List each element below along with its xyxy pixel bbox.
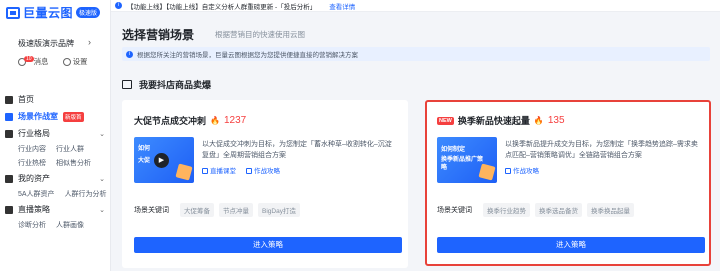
card-description: 以大促成交冲刺为目标，为您制定「蓄水种草–收割转化–沉淀复盘」全周期营销组合方案 [202, 141, 392, 159]
scene-card-promo[interactable]: 大促节点成交冲刺 🔥 1237 如何 大促 ▶ 以大促成交冲刺为目标，为您制定「… [122, 100, 408, 268]
gear-icon [62, 58, 71, 67]
user-icon [5, 174, 13, 183]
chevron-down-icon: ⌄ [99, 175, 105, 183]
brand-logo-icon [6, 6, 20, 19]
keyword-row: 场景关键词 大促筹备 节点冲量 BigDay打造 [134, 203, 300, 217]
sidebar-item-home[interactable]: 首页 [0, 91, 111, 108]
section-heading: 我要抖店商品卖爆 [122, 78, 211, 91]
sidebar-item-label: 我的资产 [18, 174, 50, 183]
illustration-icon [478, 163, 496, 181]
home-icon [5, 95, 13, 104]
keyword-tag: 节点冲量 [219, 203, 253, 217]
chevron-down-icon: ⌄ [99, 130, 105, 138]
messages-button[interactable]: 10 消息 [18, 56, 49, 67]
sidebar-nav: 首页 场景作战室 新版首 行业格局 ⌄ 行业内容 行业人群 行业热榜 相似售分析 我的资… [0, 91, 111, 232]
brand-name: 巨量云图 [23, 6, 74, 20]
sidebar-item-label: 行业格局 [18, 129, 50, 138]
announcement-text: 【功能上线】【功能上线】自定义分析人群重磅更新 -「投后分析」 [127, 3, 317, 11]
subnav-item[interactable]: 5A人群资产 [18, 189, 55, 199]
link-label: 作战攻略 [254, 168, 280, 175]
settings-label: 设置 [72, 57, 88, 66]
link-label: 直播课堂 [210, 168, 236, 175]
notice-text: 根据您所关注的营销场景，巨量云图根据您为您提供便捷直接的营销解决方案 [137, 52, 358, 59]
info-icon: i [115, 2, 122, 9]
keyword-tag: 换季行业趋势 [483, 203, 530, 217]
thumbnail-text: 如何 [138, 146, 151, 152]
subnav-item[interactable]: 行业人群 [56, 144, 84, 154]
video-icon [5, 205, 13, 214]
video-thumbnail[interactable]: 如何 大促 ▶ [134, 137, 194, 183]
link-label: 作战攻略 [513, 168, 539, 175]
play-icon[interactable]: ▶ [154, 153, 169, 168]
keyword-tag: 换季选品备货 [535, 203, 582, 217]
card-title: NEW 换季新品快速起量 🔥 135 [437, 114, 565, 127]
shop-icon [122, 80, 132, 89]
sidebar-item-label: 场景作战室 [18, 112, 58, 121]
enter-strategy-button[interactable]: 进入策略 [134, 237, 402, 253]
thumbnail-text: 换季新品推广策略 [441, 157, 484, 171]
page-subtitle: 根据营销目的快速使用云图 [215, 30, 305, 39]
sidebar-item-live[interactable]: 直播策略 ⌄ [0, 201, 111, 218]
page-title: 选择营销场景 [122, 28, 195, 42]
sidebar-item-scene-room[interactable]: 场景作战室 新版首 [0, 108, 111, 125]
announcement-bar: i 【功能上线】【功能上线】自定义分析人群重磅更新 -「投后分析」 查看详情 [111, 0, 720, 12]
brand-logo[interactable]: 巨量云图 极速版 [6, 4, 101, 21]
subnav-item[interactable]: 行业内容 [18, 144, 46, 154]
card-title: 大促节点成交冲刺 🔥 1237 [134, 114, 246, 127]
sidebar: 巨量云图 极速版 极速版演示品牌 › 10 消息 设置 首页 场景作战室 新版首 行… [0, 0, 111, 271]
fire-icon: 🔥 [533, 116, 544, 125]
subnav-item[interactable]: 行业热榜 [18, 158, 46, 168]
book-icon [505, 168, 511, 175]
battle-guide-link[interactable]: 作战攻略 [246, 165, 280, 175]
info-icon: i [126, 50, 133, 58]
message-count-badge: 10 [24, 56, 34, 62]
notice-banner: i 根据您所关注的营销场景，巨量云图根据您为您提供便捷直接的营销解决方案 [122, 47, 710, 61]
keyword-tag: 换季换品起量 [587, 203, 634, 217]
keyword-label: 场景关键词 [437, 207, 472, 214]
popularity-count: 1237 [223, 115, 247, 126]
subnav-item[interactable]: 人群行为分析 [65, 189, 107, 199]
new-badge: NEW [437, 116, 454, 125]
sidebar-item-label: 直播策略 [18, 205, 50, 214]
illustration-icon [175, 163, 193, 181]
enter-strategy-button[interactable]: 进入策略 [437, 237, 705, 253]
tv-icon [202, 168, 208, 175]
sidebar-item-industry[interactable]: 行业格局 ⌄ [0, 125, 111, 142]
popularity-count: 135 [547, 115, 565, 126]
battle-guide-link[interactable]: 作战攻略 [505, 165, 539, 175]
chart-icon [5, 129, 13, 138]
scene-card-seasonal[interactable]: NEW 换季新品快速起量 🔥 135 如何制定 换季新品推广策略 以换季新品提升… [425, 100, 711, 266]
new-badge: 新版首 [63, 111, 84, 122]
video-thumbnail[interactable]: 如何制定 换季新品推广策略 [437, 137, 497, 183]
chevron-down-icon: ⌄ [99, 206, 105, 214]
brand-badge: 极速版 [76, 7, 101, 18]
fire-icon: 🔥 [210, 116, 220, 125]
thumbnail-text: 如何制定 [441, 147, 466, 153]
keyword-tag: BigDay打造 [258, 203, 300, 217]
live-class-link[interactable]: 直播课堂 [202, 165, 236, 175]
subnav-item[interactable]: 相似售分析 [56, 158, 91, 168]
card-title-text: 换季新品快速起量 [457, 116, 530, 126]
section-title: 我要抖店商品卖爆 [139, 80, 212, 90]
card-title-text: 大促节点成交冲刺 [134, 116, 207, 126]
sidebar-item-assets[interactable]: 我的资产 ⌄ [0, 170, 111, 187]
book-icon [246, 168, 252, 175]
sidebar-item-label: 首页 [18, 95, 34, 104]
chevron-right-icon[interactable]: › [88, 37, 91, 47]
view-details-link[interactable]: 查看详情 [329, 1, 355, 11]
keyword-label: 场景关键词 [134, 207, 169, 214]
keyword-tag: 大促筹备 [180, 203, 214, 217]
messages-label: 消息 [33, 57, 49, 66]
subnav-item[interactable]: 诊断分析 [18, 220, 46, 230]
account-name[interactable]: 极速版演示品牌 [18, 38, 74, 49]
settings-button[interactable]: 设置 [62, 56, 88, 67]
subnav-item[interactable]: 人群画像 [56, 220, 84, 230]
card-description: 以换季新品提升成交为目标，为您制定「换季趋势追踪–需求卖点匹配–营销策略调优」全… [505, 141, 698, 159]
keyword-row: 场景关键词 换季行业趋势 换季选品备货 换季换品起量 [437, 203, 634, 217]
target-icon [5, 112, 13, 121]
